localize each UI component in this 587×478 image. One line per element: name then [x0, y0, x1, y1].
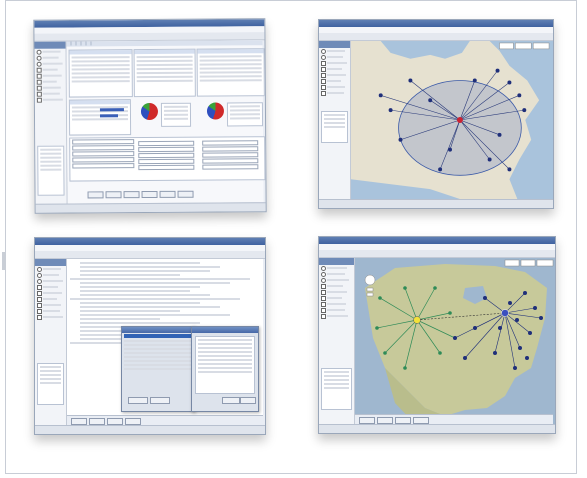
panel-header	[197, 49, 264, 54]
data-grid	[69, 136, 266, 182]
sidebar-option[interactable]	[319, 313, 354, 319]
panel-header	[69, 100, 130, 105]
zoom-out-button[interactable]	[366, 292, 374, 297]
solution-report-window	[34, 237, 266, 435]
dialog-button[interactable]	[150, 397, 170, 404]
results-panel	[68, 99, 132, 136]
service-pie-chart	[206, 102, 225, 120]
left-navigation-panel	[319, 41, 351, 200]
sidebar-list	[321, 368, 352, 410]
map-type-button[interactable]	[536, 259, 554, 267]
progress-bar	[99, 108, 124, 112]
sidebar-list	[321, 111, 348, 143]
status-bar	[319, 424, 555, 433]
us-network-map-window	[318, 236, 556, 434]
sidebar-option[interactable]	[35, 97, 66, 103]
map-type-button[interactable]	[515, 42, 532, 50]
map-canvas	[355, 258, 555, 424]
dialog-titlebar	[122, 327, 194, 333]
chart-legend	[160, 102, 192, 127]
action-button[interactable]	[377, 417, 393, 424]
report-footer	[67, 415, 263, 425]
dialog-button[interactable]	[240, 397, 256, 404]
left-edge-mark	[2, 252, 6, 270]
settings-panel	[68, 49, 133, 98]
action-button[interactable]	[125, 418, 141, 425]
selection-dialog[interactable]	[121, 326, 195, 412]
network-map-window	[318, 19, 554, 209]
sidebar-option[interactable]	[35, 314, 66, 320]
map-footer	[355, 414, 553, 424]
toolbar	[35, 251, 265, 259]
sidebar-header	[319, 258, 354, 265]
map-type-button[interactable]	[504, 259, 520, 267]
coverage-ring	[398, 80, 522, 176]
cost-pie-chart	[140, 102, 159, 121]
settings-panel	[133, 48, 196, 98]
map-type-button[interactable]	[520, 259, 536, 267]
dialog-button[interactable]	[128, 397, 148, 404]
action-button[interactable]	[141, 190, 158, 199]
map-canvas	[351, 41, 553, 199]
left-navigation-panel	[34, 41, 68, 205]
left-navigation-panel	[35, 259, 67, 426]
window-titlebar	[319, 237, 555, 244]
sidebar-list	[37, 363, 64, 405]
dialog-titlebar	[192, 327, 258, 333]
dialog-button[interactable]	[222, 397, 240, 404]
sidebar-option[interactable]	[319, 90, 350, 96]
status-bar	[319, 199, 553, 208]
sidebar-header	[319, 41, 350, 48]
map-pan-control[interactable]	[364, 274, 376, 286]
chart-legend	[226, 102, 264, 127]
selected-row[interactable]	[124, 334, 192, 338]
east-hub-marker	[501, 309, 509, 317]
hub-marker	[456, 117, 463, 123]
tab-strip[interactable]	[66, 40, 263, 47]
action-button[interactable]	[71, 418, 87, 425]
optimization-settings-window	[33, 18, 267, 214]
options-dialog[interactable]	[191, 326, 259, 412]
settings-form	[66, 40, 266, 204]
options-list	[195, 336, 255, 394]
network-map[interactable]	[351, 41, 553, 199]
left-navigation-panel	[319, 258, 355, 425]
toolbar	[319, 33, 553, 41]
action-button[interactable]	[87, 191, 104, 199]
settings-panel	[196, 48, 265, 97]
progress-bar	[99, 114, 119, 118]
network-map[interactable]	[355, 258, 555, 424]
action-button[interactable]	[105, 191, 122, 199]
map-type-button[interactable]	[499, 42, 514, 50]
action-button[interactable]	[395, 417, 411, 424]
status-bar	[35, 202, 266, 213]
window-titlebar	[35, 238, 265, 245]
panel-header	[134, 49, 195, 55]
action-button[interactable]	[107, 418, 123, 425]
action-button[interactable]	[177, 190, 194, 198]
action-button[interactable]	[89, 418, 105, 425]
sidebar-header	[35, 259, 66, 266]
action-button[interactable]	[359, 417, 375, 424]
west-hub-marker	[413, 316, 421, 324]
status-bar	[35, 425, 265, 434]
action-button[interactable]	[159, 190, 176, 198]
window-titlebar	[319, 20, 553, 27]
toolbar	[319, 250, 555, 258]
zoom-in-button[interactable]	[366, 287, 374, 292]
sidebar-list	[37, 145, 65, 196]
action-button[interactable]	[413, 417, 429, 424]
action-button[interactable]	[123, 191, 140, 199]
map-type-button[interactable]	[532, 42, 550, 50]
panel-header	[69, 50, 132, 55]
